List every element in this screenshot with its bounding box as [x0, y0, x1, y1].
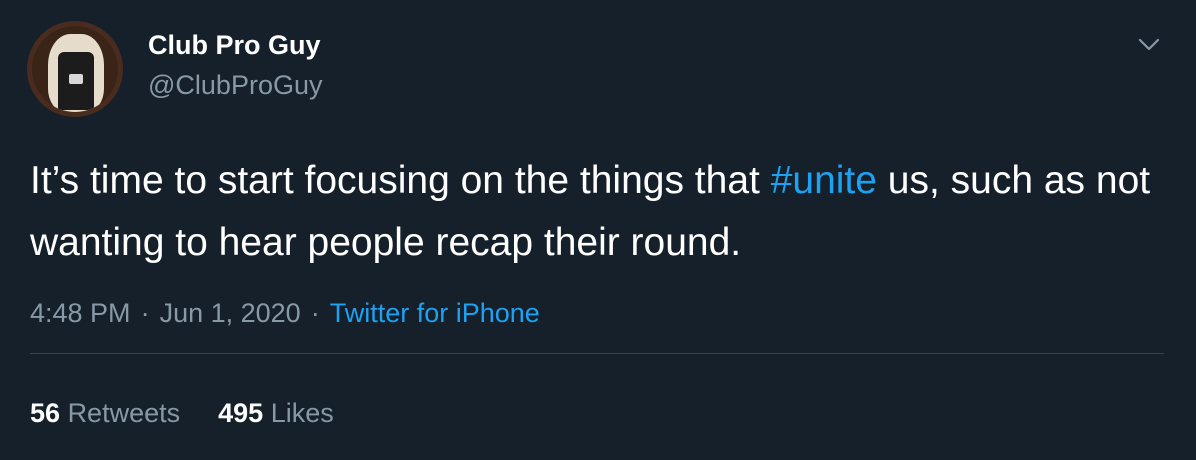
tweet-text-before: It’s time to start focusing on the thing…: [30, 159, 771, 202]
meta-separator: ·: [310, 298, 320, 328]
avatar[interactable]: [27, 21, 123, 117]
tweet-source-link[interactable]: Twitter for iPhone: [330, 298, 540, 328]
likes-label: Likes: [270, 398, 334, 428]
tweet-card: Club Pro Guy @ClubProGuy It’s time to st…: [0, 0, 1196, 460]
hashtag-link[interactable]: #unite: [771, 159, 877, 202]
retweets-stat[interactable]: 56 Retweets: [30, 398, 180, 428]
divider: [30, 353, 1164, 354]
tweet-time[interactable]: 4:48 PM: [30, 298, 131, 328]
tweet-date[interactable]: Jun 1, 2020: [160, 298, 301, 328]
tweet-metadata: 4:48 PM · Jun 1, 2020 · Twitter for iPhone: [30, 298, 540, 329]
author-handle[interactable]: @ClubProGuy: [148, 70, 322, 101]
meta-separator: ·: [140, 298, 150, 328]
author-display-name[interactable]: Club Pro Guy: [148, 30, 321, 61]
tweet-stats: 56 Retweets 495 Likes: [30, 398, 334, 429]
likes-count: 495: [218, 398, 264, 428]
retweets-label: Retweets: [67, 398, 181, 428]
tweet-text: It’s time to start focusing on the thing…: [30, 150, 1160, 274]
likes-stat[interactable]: 495 Likes: [218, 398, 334, 428]
retweets-count: 56: [30, 398, 61, 428]
avatar-logo: [69, 74, 83, 84]
chevron-down-icon[interactable]: [1134, 30, 1164, 60]
